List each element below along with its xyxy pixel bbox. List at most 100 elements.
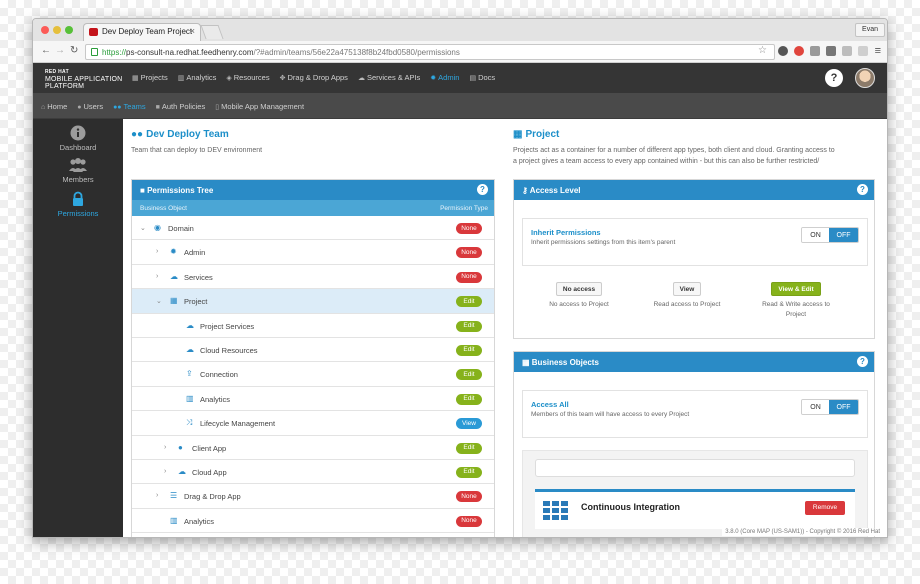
upload-icon: ⇪	[186, 369, 193, 379]
subnav-users[interactable]: ● Users	[77, 102, 103, 111]
tree-row[interactable]: ☁ Cloud Resources Edit	[132, 338, 494, 363]
chevron-down-icon[interactable]: ⌄	[156, 297, 162, 305]
subnav-home[interactable]: ⌂ Home	[41, 102, 67, 111]
permission-badge[interactable]: Edit	[456, 393, 482, 405]
url-input[interactable]: https://ps-consult-na.redhat.feedhenry.c…	[85, 44, 775, 60]
toggle-on[interactable]: ON	[802, 400, 830, 414]
help-icon[interactable]: ?	[477, 184, 488, 195]
subnav-label: Mobile App Management	[221, 102, 305, 111]
extension-red-icon[interactable]	[794, 46, 804, 56]
subnav-mobile-app-management[interactable]: ▯ Mobile App Management	[215, 102, 304, 111]
tree-row[interactable]: › ☰ Drag & Drop App None	[132, 484, 494, 509]
topnav-projects[interactable]: ▦ Projects	[132, 73, 168, 82]
extension-box-icon[interactable]	[826, 46, 836, 56]
sidebar-item-dashboard[interactable]: Dashboard	[33, 125, 123, 152]
project-desc-line2: a project gives a team access to every a…	[513, 158, 820, 165]
forward-arrow-icon[interactable]: →	[55, 45, 65, 56]
padlock-icon	[73, 191, 83, 206]
access-all-toggle[interactable]: ON OFF	[801, 399, 859, 415]
permission-badge[interactable]: None	[456, 247, 482, 259]
permission-badge[interactable]: View	[456, 418, 482, 430]
search-input[interactable]	[535, 459, 855, 477]
tree-row[interactable]: ▥ Analytics Edit	[132, 387, 494, 412]
tree-row[interactable]: › ● Client App Edit	[132, 436, 494, 460]
permission-badge[interactable]: None	[456, 491, 482, 503]
close-tab-icon[interactable]: ×	[190, 26, 195, 36]
permission-badge[interactable]: None	[456, 223, 482, 234]
toggle-on[interactable]: ON	[802, 228, 830, 242]
subnav-teams[interactable]: ●● Teams	[113, 102, 146, 111]
inherit-title: Inherit Permissions	[531, 228, 601, 237]
permission-badge[interactable]: Edit	[456, 320, 482, 332]
level-view: View Read access to Project	[632, 282, 742, 310]
tree-row-label: Lifecycle Management	[200, 419, 276, 429]
project-description: Projects act as a container for a number…	[513, 145, 835, 167]
permission-badge[interactable]: Edit	[456, 466, 482, 478]
tree-row[interactable]: ⇪ Connection Edit	[132, 362, 494, 387]
extension-g-icon[interactable]	[810, 46, 820, 56]
view-edit-desc-line2: Project	[785, 311, 807, 318]
tree-row[interactable]: ▥ Analytics None	[132, 509, 494, 534]
view-button[interactable]: View	[672, 282, 702, 296]
permission-badge[interactable]: Edit	[456, 442, 482, 454]
continuous-integration-card[interactable]: Continuous Integration Remove	[535, 489, 855, 529]
extension-b-icon[interactable]	[842, 46, 852, 56]
bookmark-star-icon[interactable]: ☆	[758, 45, 767, 56]
back-arrow-icon[interactable]: ←	[41, 45, 51, 56]
topnav-services[interactable]: ☁ Services & APIs	[358, 73, 420, 82]
teams-icon: ●●	[113, 104, 122, 111]
close-window-button[interactable]	[41, 26, 49, 34]
toggle-off[interactable]: OFF	[829, 228, 858, 242]
tree-row[interactable]: › ✹ Admin None	[132, 240, 494, 265]
subnav-auth-policies[interactable]: ■ Auth Policies	[156, 102, 206, 111]
tree-row-label: Project	[184, 297, 208, 307]
browser-menu-icon[interactable]: ≡	[875, 45, 881, 57]
permission-badge[interactable]: None	[456, 515, 482, 527]
tree-row[interactable]: ⌄ ▦ Project Edit	[132, 289, 494, 314]
bar-chart-icon: ▥	[177, 75, 185, 82]
browser-user-badge[interactable]: Evan	[855, 23, 885, 37]
maximize-window-button[interactable]	[65, 26, 73, 34]
chevron-right-icon[interactable]: ›	[164, 444, 166, 451]
help-icon[interactable]: ?	[825, 69, 843, 87]
tree-row[interactable]: ⤨ Lifecycle Management View	[132, 411, 494, 436]
view-edit-button[interactable]: View & Edit	[771, 282, 821, 296]
avatar[interactable]	[855, 68, 875, 88]
extension-c-icon[interactable]	[778, 46, 788, 56]
reload-icon[interactable]: ↻	[70, 45, 78, 56]
help-icon[interactable]: ?	[857, 184, 868, 195]
permission-badge[interactable]: None	[456, 271, 482, 283]
access-all-title: Access All	[531, 400, 569, 409]
tree-row[interactable]: ☁ Project Services Edit	[132, 314, 494, 338]
permission-badge[interactable]: Edit	[456, 344, 482, 356]
tree-row[interactable]: › ☁ Cloud App Edit	[132, 460, 494, 485]
topnav-admin[interactable]: ✹ Admin	[430, 73, 459, 82]
extension-page-icon[interactable]	[858, 46, 868, 56]
permission-badge[interactable]: Edit	[456, 296, 482, 308]
tree-row[interactable]: › ☁ Services None	[132, 265, 494, 290]
toggle-off[interactable]: OFF	[829, 400, 858, 414]
brand-logo[interactable]: RED HAT MOBILE APPLICATION PLATFORM	[45, 69, 122, 90]
inherit-toggle[interactable]: ON OFF	[801, 227, 859, 243]
topnav-docs[interactable]: ▤ Docs	[469, 73, 495, 82]
chevron-right-icon[interactable]: ›	[164, 468, 166, 475]
no-access-button[interactable]: No access	[555, 282, 603, 296]
topnav-analytics[interactable]: ▥ Analytics	[178, 73, 217, 82]
minimize-window-button[interactable]	[53, 26, 61, 34]
help-icon[interactable]: ?	[857, 356, 868, 367]
remove-button[interactable]: Remove	[805, 501, 845, 515]
tree-row[interactable]: ⌄ ◉ Domain None	[132, 216, 494, 241]
lock-icon: ■	[140, 186, 148, 195]
chevron-right-icon[interactable]: ›	[156, 248, 158, 255]
chevron-down-icon[interactable]: ⌄	[140, 224, 146, 232]
sidebar-item-permissions[interactable]: Permissions	[33, 191, 123, 218]
browser-tab[interactable]: Dev Deploy Team Project ×	[83, 23, 201, 41]
sidebar-item-members[interactable]: Members	[33, 157, 123, 184]
topnav-resources[interactable]: ◈ Resources	[226, 73, 269, 82]
permission-badge[interactable]: Edit	[456, 369, 482, 381]
chevron-right-icon[interactable]: ›	[156, 273, 158, 280]
footer-version: 3.8.0 (Core MAP (US-SAM1)) - Copyright ©…	[722, 528, 883, 536]
new-tab-button[interactable]	[200, 25, 224, 39]
chevron-right-icon[interactable]: ›	[156, 492, 158, 499]
topnav-drag-drop[interactable]: ✥ Drag & Drop Apps	[280, 73, 348, 82]
